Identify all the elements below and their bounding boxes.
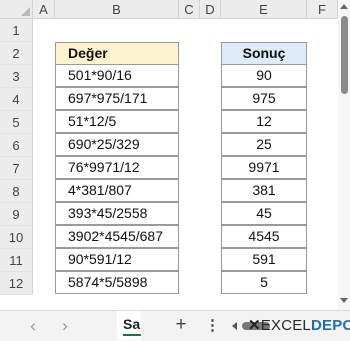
column-header-b[interactable]: B <box>55 0 179 19</box>
deger-cell-7[interactable]: 393*45/2558 <box>55 202 179 225</box>
vertical-scroll-thumb[interactable] <box>341 16 348 94</box>
deger-cell-5[interactable]: 76*9971/12 <box>55 156 179 179</box>
column-header-c[interactable]: C <box>179 0 200 19</box>
row-header-6[interactable]: 6 <box>0 134 33 157</box>
sonuc-cell-2[interactable]: 975 <box>221 87 307 110</box>
deger-cell-3[interactable]: 51*12/5 <box>55 110 179 133</box>
scroll-up-arrow-icon[interactable] <box>340 4 348 9</box>
column-header-e[interactable]: E <box>221 0 307 19</box>
spreadsheet-grid: A B C D E F 1 2 3 4 5 6 7 8 9 10 11 12 D… <box>0 0 350 310</box>
deger-cell-1[interactable]: 501*90/16 <box>55 64 179 87</box>
select-all-corner[interactable] <box>0 0 33 19</box>
deger-cell-10[interactable]: 5874*5/5898 <box>55 271 179 294</box>
sonuc-cell-10[interactable]: 5 <box>221 271 307 294</box>
active-tab-underline <box>123 334 141 336</box>
add-sheet-icon[interactable]: + <box>172 315 190 335</box>
sonuc-cell-6[interactable]: 381 <box>221 179 307 202</box>
scroll-down-arrow-icon[interactable] <box>340 298 348 303</box>
column-header-a[interactable]: A <box>33 0 55 19</box>
row-header-7[interactable]: 7 <box>0 157 33 180</box>
row-header-5[interactable]: 5 <box>0 111 33 134</box>
row-header-1[interactable]: 1 <box>0 19 33 42</box>
row-header-9[interactable]: 9 <box>0 203 33 226</box>
sonuc-cell-7[interactable]: 45 <box>221 202 307 225</box>
sheet-tab-label: Sa <box>123 316 141 332</box>
sonuc-cell-5[interactable]: 9971 <box>221 156 307 179</box>
row-header-11[interactable]: 11 <box>0 249 33 272</box>
sonuc-cell-9[interactable]: 591 <box>221 248 307 271</box>
chevron-right-icon[interactable]: › <box>57 317 73 335</box>
row-header-8[interactable]: 8 <box>0 180 33 203</box>
vertical-scrollbar[interactable] <box>338 0 350 310</box>
watermark-x-icon: ✕ <box>248 317 261 334</box>
deger-cell-9[interactable]: 90*591/12 <box>55 248 179 271</box>
watermark-text-depo: DEPO <box>310 317 350 334</box>
sonuc-cell-1[interactable]: 90 <box>221 64 307 87</box>
chevron-left-icon[interactable]: ‹ <box>25 317 41 335</box>
row-header-10[interactable]: 10 <box>0 226 33 249</box>
deger-cell-4[interactable]: 690*25/329 <box>55 133 179 156</box>
row-header-2[interactable]: 2 <box>0 42 33 65</box>
sonuc-cell-4[interactable]: 25 <box>221 133 307 156</box>
row-header-4[interactable]: 4 <box>0 88 33 111</box>
sheet-tab-active[interactable]: Sa <box>117 311 141 340</box>
watermark-text-excel: EXCEL <box>260 317 311 334</box>
sonuc-header-cell[interactable]: Sonuç <box>221 42 307 65</box>
sonuc-cell-3[interactable]: 12 <box>221 110 307 133</box>
column-header-f[interactable]: F <box>307 0 338 19</box>
sonuc-cell-8[interactable]: 4545 <box>221 225 307 248</box>
select-all-triangle-icon <box>21 7 30 16</box>
column-header-d[interactable]: D <box>200 0 221 19</box>
deger-cell-8[interactable]: 3902*4545/687 <box>55 225 179 248</box>
row-header-12[interactable]: 12 <box>0 272 33 295</box>
deger-cell-6[interactable]: 4*381/807 <box>55 179 179 202</box>
more-options-icon[interactable]: ⋮ <box>205 316 220 336</box>
deger-header-cell[interactable]: Değer <box>55 42 179 65</box>
deger-cell-2[interactable]: 697*975/171 <box>55 87 179 110</box>
scroll-left-arrow-icon[interactable] <box>232 322 237 330</box>
row-header-3[interactable]: 3 <box>0 65 33 88</box>
exceldepo-watermark-logo: ✕EXCELDEPO <box>248 315 350 337</box>
